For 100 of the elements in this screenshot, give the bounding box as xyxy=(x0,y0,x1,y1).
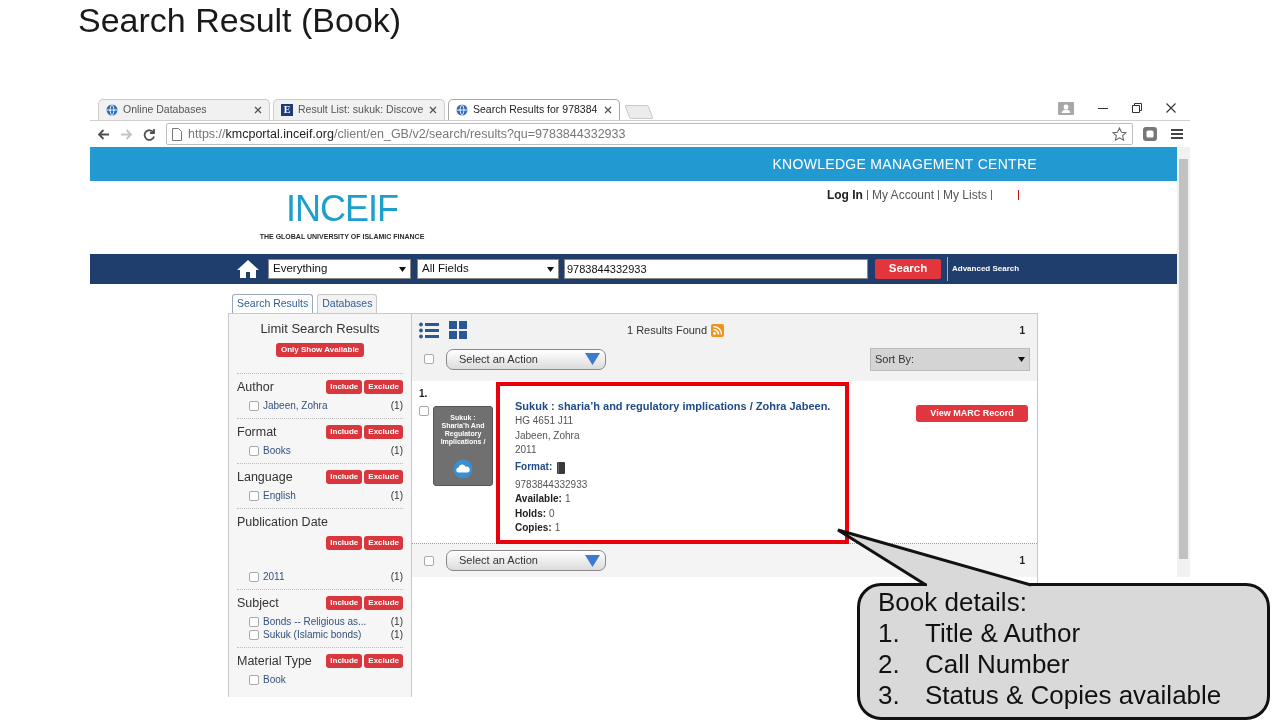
action-select[interactable]: Select an Action xyxy=(446,348,606,370)
only-available-button[interactable]: Only Show Available xyxy=(275,343,365,357)
facet-filter-button[interactable]: Exclude xyxy=(364,380,403,394)
format-label: Format: xyxy=(515,460,553,475)
facet-heading: Publication Date xyxy=(237,513,329,531)
checkbox[interactable] xyxy=(249,571,259,582)
list-view-icon[interactable] xyxy=(419,321,439,339)
logo-wordmark: INCEIF xyxy=(286,191,398,227)
browser-tab[interactable]: Search Results for 978384 xyxy=(448,99,620,120)
close-tab-icon[interactable] xyxy=(254,106,262,114)
facet-filter-button[interactable]: Exclude xyxy=(364,425,403,439)
facet-value-link[interactable]: Jabeen, Zohra xyxy=(263,398,328,413)
facet-filter-button[interactable]: Exclude xyxy=(364,536,403,550)
facet-count: (1) xyxy=(390,570,403,584)
new-tab-button[interactable] xyxy=(624,105,654,119)
close-tab-icon[interactable] xyxy=(604,106,612,114)
facet-heading: Language xyxy=(237,468,293,486)
checkbox[interactable] xyxy=(249,629,259,640)
back-arrow-icon[interactable] xyxy=(97,127,110,141)
profile-icon[interactable] xyxy=(1058,101,1074,115)
checkbox[interactable] xyxy=(424,555,434,566)
call-number: HG 4651 J11 xyxy=(515,414,575,428)
facet-value-link[interactable]: Bonds -- Religious as... xyxy=(263,614,367,629)
close-tab-icon[interactable] xyxy=(429,106,437,114)
facet-heading: Author xyxy=(237,378,274,396)
scrollbar-thumb[interactable] xyxy=(1179,159,1188,559)
stat-label: Available: xyxy=(515,492,562,506)
facet-value-link[interactable]: Book xyxy=(263,672,286,687)
grid-view-icon[interactable] xyxy=(449,321,467,339)
isbn-text: 9783844332933 xyxy=(515,477,589,492)
facet-filter-button[interactable]: Exclude xyxy=(364,596,403,610)
stat-value: 1 xyxy=(554,521,561,535)
checkbox[interactable] xyxy=(249,445,259,456)
facet-filter-button[interactable]: Include xyxy=(326,596,363,610)
star-icon[interactable] xyxy=(1112,126,1127,142)
sidebar-title: Limit Search Results xyxy=(259,321,381,337)
result-title-link[interactable]: Sukuk : sharia’h and regulatory implications / Zohra Jabeen. xyxy=(515,399,831,414)
checkbox[interactable] xyxy=(249,400,259,411)
header-link[interactable]: My Account xyxy=(871,186,934,204)
facet-filter-button[interactable]: Exclude xyxy=(364,654,403,668)
list-item-text: Call Number xyxy=(925,649,1070,680)
page-number: 1 xyxy=(1019,554,1026,568)
checkbox[interactable] xyxy=(419,406,429,416)
checkbox[interactable] xyxy=(424,354,434,364)
facet-value-link[interactable]: Sukuk (Islamic bonds) xyxy=(263,627,362,642)
dropdown-triangle-icon xyxy=(585,353,600,365)
facet-value-link[interactable]: 2011 xyxy=(263,569,285,584)
view-marc-button[interactable]: View MARC Record xyxy=(916,405,1028,422)
list-number: 1. xyxy=(878,618,901,649)
slide-title: Search Result (Book) xyxy=(78,0,402,40)
facet-count: (1) xyxy=(390,399,403,413)
action-select[interactable]: Select an Action xyxy=(446,550,606,571)
url-field[interactable]: https://kmcportal.inceif.org/client/en_GB/v2/search/results?qu=9783844332933 xyxy=(166,123,1133,145)
list-number: 3. xyxy=(878,680,901,711)
menu-icon[interactable] xyxy=(1171,128,1183,140)
advanced-search-link[interactable]: Advanced Search xyxy=(952,263,1020,275)
list-item-text: Status & Copies available xyxy=(925,680,1222,711)
header-link[interactable]: Log In xyxy=(826,186,863,204)
dropdown-triangle-icon xyxy=(585,554,600,567)
url-text: https://kmcportal.inceif.org/client/en_GB/v2/search/results?qu=9783844332933 xyxy=(188,125,626,143)
facet-filter-button[interactable]: Include xyxy=(326,536,363,550)
rss-icon[interactable] xyxy=(711,323,725,337)
search-field[interactable]: 9783844332933 xyxy=(564,259,868,279)
facet-filter-button[interactable]: Exclude xyxy=(364,470,403,484)
field-select[interactable]: All Fields xyxy=(417,259,559,279)
facet-filter-button[interactable]: Include xyxy=(326,470,363,484)
facet-count: (1) xyxy=(390,444,403,458)
facet-heading: Subject xyxy=(237,594,279,612)
result-number: 1. xyxy=(419,388,429,400)
page-icon xyxy=(172,127,182,141)
page-number: 1 xyxy=(1019,323,1026,338)
close-icon[interactable] xyxy=(1166,103,1176,113)
search-button[interactable]: Search xyxy=(875,259,941,279)
stat-value: 0 xyxy=(549,506,555,521)
checkbox[interactable] xyxy=(249,674,259,685)
facet-filter-button[interactable]: Include xyxy=(326,425,363,439)
checkbox[interactable] xyxy=(249,616,259,627)
header-link[interactable]: My Lists xyxy=(943,186,987,204)
stat-value: 1 xyxy=(564,492,571,506)
result-author: Jabeen, Zohra xyxy=(515,428,581,443)
checkbox[interactable] xyxy=(249,490,259,501)
callout-heading: Book details: xyxy=(878,587,1028,618)
facet-filter-button[interactable]: Include xyxy=(326,654,363,668)
browser-tab[interactable]: Online Databases xyxy=(98,99,270,120)
home-icon[interactable] xyxy=(236,259,260,279)
globe-icon xyxy=(106,104,118,116)
scope-select[interactable]: Everything xyxy=(268,259,411,279)
facet-value-link[interactable]: English xyxy=(263,488,296,503)
facet-filter-button[interactable]: Include xyxy=(326,380,363,394)
facet-value-link[interactable]: Books xyxy=(263,443,291,458)
panel-tab[interactable]: Search Results xyxy=(232,294,314,313)
publication-year: 2011 xyxy=(515,443,538,457)
panel-tab[interactable]: Databases xyxy=(317,294,378,313)
browser-tab[interactable]: E Result List: sukuk: Discove xyxy=(273,99,445,120)
extension-icon[interactable] xyxy=(1143,127,1157,141)
restore-icon[interactable] xyxy=(1132,103,1142,113)
globe-icon xyxy=(456,104,468,116)
sort-select[interactable]: Sort By: xyxy=(870,347,1030,371)
reload-icon[interactable] xyxy=(143,127,156,141)
book-icon xyxy=(557,461,566,474)
